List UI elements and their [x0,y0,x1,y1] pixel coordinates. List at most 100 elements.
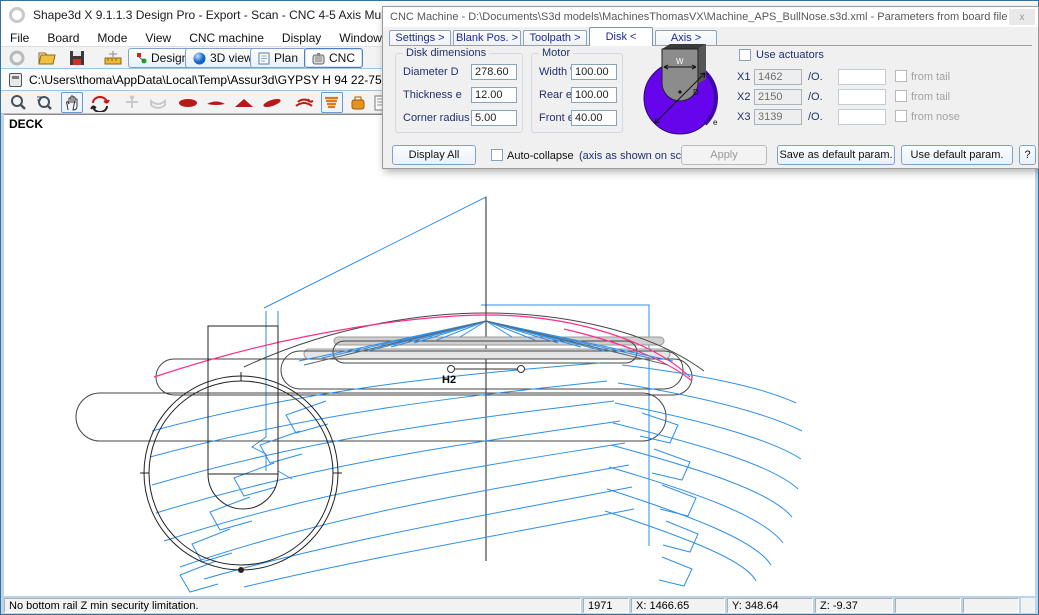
tab-settings[interactable]: Settings > [389,30,451,45]
x1-label: X1 [737,71,750,83]
x2-input[interactable] [754,89,802,105]
slice-view-icon[interactable] [233,92,255,113]
motor-width-input[interactable] [571,64,617,80]
cnc-mode-button[interactable]: CNC [304,48,363,68]
cnc-label: CNC [329,51,355,65]
motor-group: Motor Width W Rear e1 Front e2 [531,53,623,133]
menu-view[interactable]: View [136,31,180,45]
cnc-machine-dialog: CNC Machine - D:\Documents\S3d models\Ma… [382,6,1039,169]
status-empty-2 [963,598,1019,613]
auto-collapse-label: Auto-collapse [507,150,574,162]
resize-grip[interactable] [1021,598,1035,613]
menu-mode[interactable]: Mode [88,31,136,45]
disk-dimensions-group: Disk dimensions Diameter D Thickness e C… [395,53,523,133]
layers-view-icon[interactable] [321,92,343,113]
x1-from-tail-checkbox[interactable] [895,70,907,82]
menu-cnc-machine[interactable]: CNC machine [180,31,273,45]
toolpath-passes [150,363,802,592]
flip-board-icon[interactable] [293,92,315,113]
x1-input[interactable] [754,69,802,85]
x2-offset-input[interactable] [838,89,886,105]
tab-blank-pos[interactable]: Blank Pos. > [453,30,521,45]
statusbar: No bottom rail Z min security limitation… [4,598,1035,613]
use-actuators-label: Use actuators [756,49,824,61]
rotate-view-icon[interactable] [89,92,111,113]
diagram-w-label: W [676,57,684,66]
pan-hand-tool[interactable] [61,92,83,113]
new-board-icon[interactable] [7,49,27,67]
measure-tool-icon[interactable] [103,49,123,67]
status-x: X: 1466.65 [631,598,725,613]
x2-from-tail-label: from tail [911,91,950,103]
thickness-input[interactable] [471,87,517,103]
x2-label: X2 [737,91,750,103]
toolpath-drawing: H2 DECK [4,115,1035,596]
display-all-button[interactable]: Display All [392,145,476,165]
sphere-icon [193,52,206,65]
x3-origin-label: /O. [808,111,823,123]
dialog-close-button[interactable]: x [1009,9,1035,25]
menu-file[interactable]: File [1,31,38,45]
x3-offset-input[interactable] [838,109,886,125]
diagram-e-label: e [713,118,718,127]
dialog-titlebar[interactable]: CNC Machine - D:\Documents\S3d models\Ma… [383,7,1038,27]
tab-toolpath[interactable]: Toolpath > [523,30,587,45]
board-contours [76,313,704,441]
app-icon [9,7,25,23]
x3-input[interactable] [754,109,802,125]
save-default-button[interactable]: Save as default param. [777,145,895,165]
disk-dimensions-title: Disk dimensions [403,47,489,59]
motor-title: Motor [539,47,573,59]
status-counter: 1971 [583,598,629,613]
zoom-in-icon[interactable] [7,92,29,113]
cnc-drawing-canvas[interactable]: H2 DECK [4,114,1035,596]
move-tool-disabled-icon[interactable] [121,92,143,113]
profile-view-icon[interactable] [205,92,227,113]
3d-view-label: 3D view [210,51,253,65]
status-y: Y: 348.64 [727,598,813,613]
rocker-view-icon[interactable] [261,92,283,113]
x3-from-nose-label: from nose [911,111,960,123]
path-icon [9,73,22,87]
zoom-window-icon[interactable] [33,92,55,113]
dialog-title: CNC Machine - D:\Documents\S3d models\Ma… [390,11,1007,23]
motor-rear-input[interactable] [571,87,617,103]
x2-from-tail-checkbox[interactable] [895,90,907,102]
menu-board[interactable]: Board [38,31,88,45]
save-file-icon[interactable] [67,49,87,67]
x2-origin-label: /O. [808,91,823,103]
x1-origin-label: /O. [808,71,823,83]
outline-view-icon[interactable] [177,92,199,113]
plan-icon [258,52,270,65]
use-default-button[interactable]: Use default param. [901,145,1013,165]
x1-offset-input[interactable] [838,69,886,85]
dialog-help-button[interactable]: ? [1019,145,1036,165]
cnc-machine-icon [312,52,325,65]
thickness-label: Thickness e [403,89,462,101]
menu-display[interactable]: Display [273,31,330,45]
open-file-icon[interactable] [37,49,57,67]
view-label: DECK [9,117,43,131]
x1-from-tail-label: from tail [911,71,950,83]
flip-tool-disabled-icon[interactable] [147,92,169,113]
plan-mode-button[interactable]: Plan [250,48,306,68]
diameter-label: Diameter D [403,66,459,78]
corner-radius-label: Corner radius r [403,112,476,124]
x3-label: X3 [737,111,750,123]
motor-front-input[interactable] [571,110,617,126]
use-actuators-checkbox[interactable] [739,49,751,61]
blank-tool-icon[interactable] [347,92,369,113]
corner-radius-input[interactable] [471,110,517,126]
diameter-input[interactable] [471,64,517,80]
apply-button[interactable]: Apply [681,145,767,165]
plan-label: Plan [274,51,298,65]
status-empty-1 [895,598,961,613]
status-z: Z: -9.37 [815,598,893,613]
design-icon [136,52,147,64]
auto-collapse-checkbox[interactable] [491,149,503,161]
design-label: Design [151,51,188,65]
diagram-d-label: D [693,88,699,97]
h2-dimension: H2 [442,366,525,387]
x3-from-nose-checkbox[interactable] [895,110,907,122]
shape3d-main-window: Shape3d X 9.1.1.3 Design Pro - Export - … [0,0,1039,615]
